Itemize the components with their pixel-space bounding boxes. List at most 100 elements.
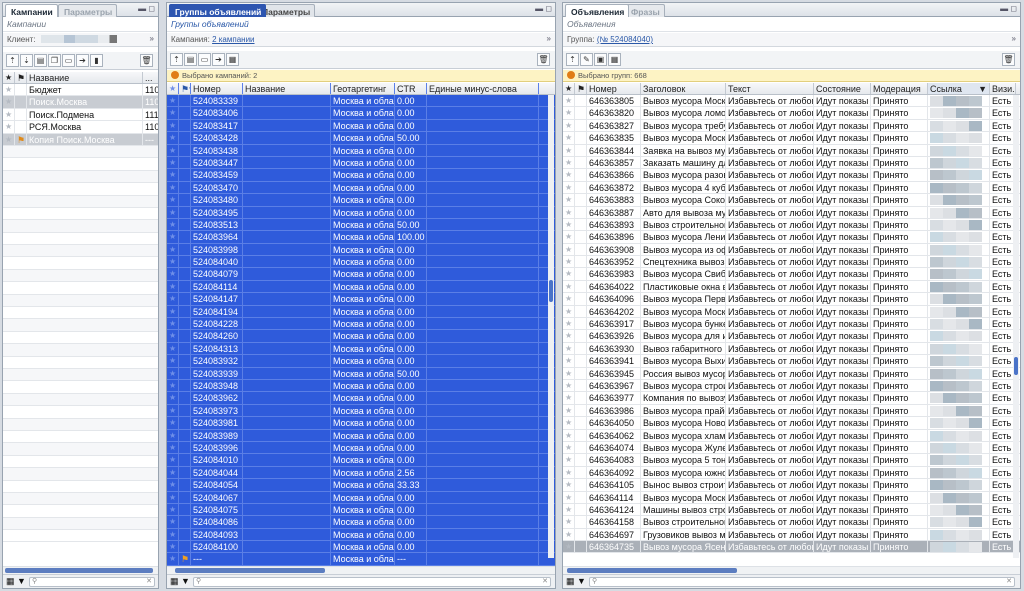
table-row[interactable]: ★ 646363917Вывоз мусора бункероИзбавьтесь… bbox=[563, 318, 1020, 331]
flag-column-icon[interactable]: ⚑▾ bbox=[179, 83, 191, 94]
table-row[interactable]: ★ 646363820Вывоз мусора ломово:Избавьтесь… bbox=[563, 107, 1020, 120]
star-icon[interactable]: ★ bbox=[563, 293, 575, 305]
star-icon[interactable]: ★ bbox=[167, 119, 179, 132]
table-row[interactable]: ★ 524083998 Москва и облас 0.00 bbox=[167, 243, 555, 257]
table-row[interactable]: ★ 524083932 Москва и облас 0.00 bbox=[167, 355, 555, 368]
table-row[interactable]: ★ 646363930Вывоз габаритного муИзбавьтесь… bbox=[563, 342, 1020, 356]
table-row[interactable]: ★ 646364124Машины вывоз строитИзбавьтесь … bbox=[563, 503, 1020, 517]
star-icon[interactable]: ★ bbox=[167, 441, 179, 454]
table-row[interactable]: ★ 524084054 Москва и облас 33.33 bbox=[167, 479, 555, 492]
column-number[interactable]: Номер bbox=[587, 83, 641, 94]
table-row[interactable]: ★ 524084194 Москва и облас 0.00 bbox=[167, 305, 555, 319]
grid-icon[interactable]: ▦ bbox=[170, 576, 179, 586]
chevron-down-icon[interactable]: » bbox=[1012, 34, 1016, 43]
table-row[interactable]: ★ 646363945Россия вывоз мусора!Избавьтесь… bbox=[563, 367, 1020, 380]
tab-parameters[interactable]: Параметры bbox=[58, 4, 118, 17]
star-icon[interactable]: ★ bbox=[3, 108, 15, 121]
edit-document-icon[interactable]: ✎ bbox=[580, 53, 593, 66]
copy-icon[interactable]: ❐ bbox=[48, 54, 61, 67]
table-row[interactable]: ★ 524083428 Москва и облас 50.00 bbox=[167, 132, 555, 145]
column-geo[interactable]: Геотаргетинг bbox=[331, 83, 395, 94]
star-icon[interactable]: ★ bbox=[167, 243, 179, 256]
import-icon[interactable]: ⇡ bbox=[566, 53, 579, 66]
filter-icon[interactable]: ▼ bbox=[181, 576, 190, 586]
column-vcard[interactable]: Визи... bbox=[990, 83, 1016, 94]
star-icon[interactable]: ★ bbox=[563, 417, 575, 429]
group-link[interactable]: (№ 524084040) bbox=[597, 35, 653, 44]
star-icon[interactable]: ★ bbox=[167, 218, 179, 231]
star-icon[interactable]: ★ bbox=[563, 181, 575, 194]
column-ctr[interactable]: CTR bbox=[395, 83, 427, 94]
star-icon[interactable]: ★ bbox=[167, 392, 179, 404]
star-icon[interactable]: ★ bbox=[563, 342, 575, 355]
star-icon[interactable]: ★ bbox=[167, 479, 179, 491]
table-row[interactable]: ★ 646363893Вывоз строительного мИзбавьтес… bbox=[563, 218, 1020, 232]
star-column-icon[interactable]: ★ bbox=[563, 83, 575, 94]
star-icon[interactable]: ★ bbox=[167, 156, 179, 169]
chevron-down-icon[interactable]: » bbox=[150, 34, 154, 43]
star-icon[interactable]: ★ bbox=[563, 119, 575, 132]
column-title[interactable]: Заголовок bbox=[641, 83, 726, 94]
table-row[interactable]: ★ 646363887Авто для вывоза мусорИзбавьтес… bbox=[563, 206, 1020, 219]
table-row[interactable]: ★ 646363827Вывоз мусора требуетИзбавьтесь… bbox=[563, 119, 1020, 133]
star-icon[interactable]: ★ bbox=[167, 404, 179, 417]
table-row[interactable]: ★ 646364735Вывоз мусора ЯсеневоИзбавьтесь… bbox=[563, 541, 1020, 554]
table-row[interactable]: ★ 524083438 Москва и облас 0.00 bbox=[167, 144, 555, 157]
table-row[interactable]: ★ 646364114 Вывоз мусора Москва Избавьтесь … bbox=[563, 491, 1020, 504]
table-row[interactable]: ★ 646364096Вывоз мусора ПервомИзбавьтесь … bbox=[563, 293, 1020, 306]
star-icon[interactable]: ★ bbox=[3, 133, 15, 145]
minimize-icon[interactable]: ▬ ◻ bbox=[535, 4, 552, 13]
table-row[interactable]: ★ 646364062 Вывоз мусора хлама! Избавьтесь … bbox=[563, 429, 1020, 442]
star-icon[interactable]: ★ bbox=[167, 541, 179, 553]
arrow-right-icon[interactable]: ➔ bbox=[76, 54, 89, 67]
star-icon[interactable]: ★ bbox=[167, 379, 179, 392]
table-row[interactable]: ★ 524083480 Москва и облас 0.00 bbox=[167, 194, 555, 207]
table-row[interactable]: ★ 524084075 Москва и облас 0.00 bbox=[167, 503, 555, 517]
table-row[interactable]: ★ 646364158Вывоз строительного мИзбавьтес… bbox=[563, 516, 1020, 529]
table-row[interactable]: ★ 524083989 Москва и облас 0.00 bbox=[167, 429, 555, 442]
tab-adgroups[interactable]: Группы объявлений bbox=[169, 4, 267, 17]
table-row[interactable]: ★ 524083417 Москва и облас 0.00 bbox=[167, 119, 555, 133]
table-row[interactable]: ★ 524083964 Москва и облас 100.00 bbox=[167, 231, 555, 244]
star-icon[interactable]: ★ bbox=[167, 280, 179, 293]
flag-column-icon[interactable]: ⚑ bbox=[15, 72, 27, 83]
vertical-scrollbar[interactable] bbox=[1013, 95, 1019, 558]
table-row[interactable]: ★ 646364083 Вывоз мусора 5 тонн! Избавьтесь… bbox=[563, 454, 1020, 467]
table-row[interactable]: ★ 646364202 Вывоз мусора Москва Избавьтесь … bbox=[563, 305, 1020, 319]
horizontal-scrollbar[interactable] bbox=[167, 566, 555, 574]
star-icon[interactable]: ★ bbox=[167, 305, 179, 318]
star-icon[interactable]: ★ bbox=[167, 268, 179, 280]
grid-icon[interactable]: ▦ bbox=[6, 576, 15, 586]
column-more[interactable]: ... bbox=[143, 72, 158, 83]
star-icon[interactable]: ★ bbox=[563, 404, 575, 417]
table-icon[interactable]: ▦ bbox=[226, 53, 239, 66]
column-name[interactable]: Название bbox=[27, 72, 143, 83]
star-icon[interactable]: ★ bbox=[167, 95, 179, 107]
star-icon[interactable]: ★ bbox=[563, 305, 575, 318]
table-row[interactable]: ★ 646363883 Вывоз мусора Сокол! Избавьтесь … bbox=[563, 194, 1020, 207]
star-icon[interactable]: ★ bbox=[3, 84, 15, 96]
star-icon[interactable]: ★ bbox=[3, 96, 15, 108]
import-icon[interactable]: ⇡ bbox=[6, 54, 19, 67]
star-icon[interactable]: ★ bbox=[167, 231, 179, 243]
search-input[interactable]: ⚲ ✕ bbox=[29, 577, 155, 587]
arrow-right-icon[interactable]: ➔ bbox=[212, 53, 225, 66]
table-row[interactable]: ★ ⚑ Копия Поиск.Москва --- bbox=[3, 133, 158, 146]
star-icon[interactable]: ★ bbox=[563, 318, 575, 330]
star-icon[interactable]: ★ bbox=[563, 156, 575, 169]
star-icon[interactable]: ★ bbox=[167, 466, 179, 479]
star-icon[interactable]: ★ bbox=[167, 169, 179, 181]
star-icon[interactable]: ★ bbox=[563, 218, 575, 231]
table-row[interactable]: ★ 646363926 Вывоз мусора для ип! Избавьтесь… bbox=[563, 330, 1020, 343]
star-icon[interactable]: ★ bbox=[563, 441, 575, 454]
star-icon[interactable]: ★ bbox=[167, 429, 179, 441]
table-row[interactable]: ★ 646363986 Вывоз мусора прайс! Избавьтесь … bbox=[563, 404, 1020, 418]
star-icon[interactable]: ★ bbox=[563, 367, 575, 379]
star-icon[interactable]: ★ bbox=[167, 132, 179, 144]
table-row[interactable]: ★ 524084260 Москва и облас 0.00 bbox=[167, 330, 555, 343]
star-icon[interactable]: ★ bbox=[563, 169, 575, 181]
table-row[interactable]: ★ 524084079 Москва и облас 0.00 bbox=[167, 268, 555, 281]
document-icon[interactable]: ▤ bbox=[34, 54, 47, 67]
star-icon[interactable]: ★ bbox=[563, 206, 575, 218]
column-negative-keywords[interactable]: Единые минус-слова bbox=[427, 83, 539, 94]
